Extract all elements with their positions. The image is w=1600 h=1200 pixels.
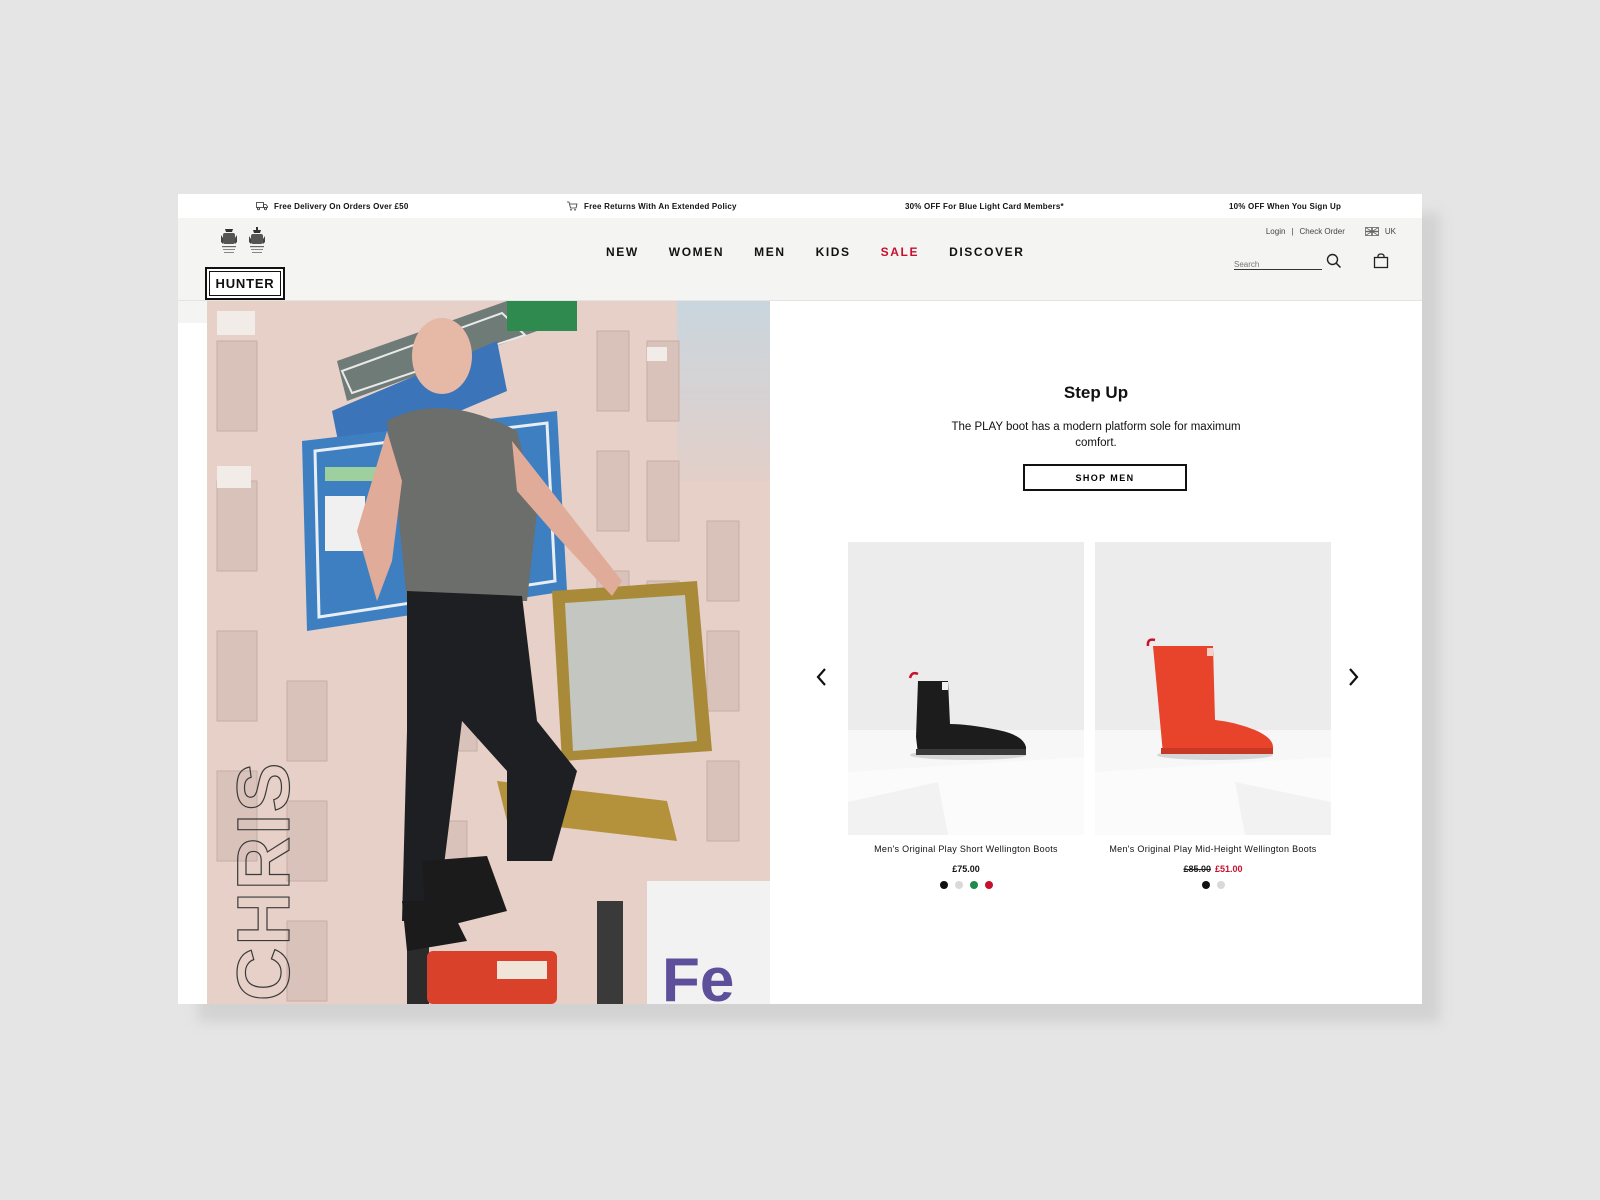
product-name[interactable]: Men's Original Play Mid-Height Wellingto… xyxy=(1095,844,1331,854)
logo-text: HUNTER xyxy=(209,271,281,296)
hero-vertical-name: CHRIS xyxy=(222,761,305,1001)
feature-panel: Step Up The PLAY boot has a modern platf… xyxy=(770,301,1422,1004)
nav-item-kids[interactable]: KIDS xyxy=(816,245,851,259)
promo-free-returns[interactable]: Free Returns With An Extended Policy xyxy=(566,194,737,218)
carousel-next-arrow-icon[interactable] xyxy=(1345,666,1361,688)
check-order-link[interactable]: Check Order xyxy=(1300,227,1345,236)
royal-crest-icon xyxy=(221,229,237,253)
product-image[interactable] xyxy=(1095,542,1331,835)
swatch-black[interactable] xyxy=(939,881,948,889)
promo-text: 30% OFF For Blue Light Card Members* xyxy=(905,201,1064,211)
product-card[interactable]: Men's Original Play Short Wellington Boo… xyxy=(848,542,1084,889)
hero-image[interactable]: Fe CHRIS xyxy=(207,301,770,1004)
main-nav: NEW WOMEN MEN KIDS SALE DISCOVER xyxy=(606,245,1025,259)
truck-icon xyxy=(256,202,268,211)
promo-text: Free Returns With An Extended Policy xyxy=(584,201,737,211)
region-label[interactable]: UK xyxy=(1385,227,1396,236)
product-photo xyxy=(848,542,1084,835)
promo-free-delivery[interactable]: Free Delivery On Orders Over £50 xyxy=(256,194,408,218)
swatch-red[interactable] xyxy=(984,881,993,889)
product-name[interactable]: Men's Original Play Short Wellington Boo… xyxy=(848,844,1084,854)
feature-subtext: The PLAY boot has a modern platform sole… xyxy=(951,421,1241,449)
feature-heading: Step Up xyxy=(1063,383,1129,402)
browser-window: Free Delivery On Orders Over £50 Free Re… xyxy=(178,194,1422,1004)
product-price: £75.00 xyxy=(952,864,980,874)
product-sale-price: £51.00 xyxy=(1215,864,1243,874)
royal-crest-icon xyxy=(249,227,265,253)
logo-wordmark: HUNTER xyxy=(205,267,285,300)
product-photo xyxy=(1095,542,1331,835)
promo-blue-light[interactable]: 30% OFF For Blue Light Card Members* xyxy=(905,194,1064,218)
shop-men-button[interactable]: SHOP MEN xyxy=(1023,464,1187,491)
hero-illustration: Fe CHRIS xyxy=(207,301,770,1004)
promo-bar: Free Delivery On Orders Over £50 Free Re… xyxy=(178,194,1422,218)
color-swatches xyxy=(1095,881,1331,889)
swatch-grey[interactable] xyxy=(1216,881,1225,889)
carousel-prev-arrow-icon[interactable] xyxy=(814,666,830,688)
royal-warrants xyxy=(219,226,267,256)
swatch-black[interactable] xyxy=(1201,881,1210,889)
utility-separator: | xyxy=(1291,227,1294,236)
swatch-green[interactable] xyxy=(969,881,978,889)
product-image[interactable] xyxy=(848,542,1084,835)
uk-flag-icon[interactable] xyxy=(1364,227,1379,236)
promo-text: 10% OFF When You Sign Up xyxy=(1229,201,1342,211)
utility-links: Login | Check Order UK xyxy=(1266,227,1396,236)
product-card[interactable]: Men's Original Play Mid-Height Wellingto… xyxy=(1095,542,1331,889)
nav-item-discover[interactable]: DISCOVER xyxy=(949,245,1024,259)
site-header: HUNTER NEW WOMEN MEN KIDS SALE DISCOVER … xyxy=(178,218,1422,301)
product-price-row: £85.00 £51.00 xyxy=(1095,864,1331,874)
nav-item-sale[interactable]: SALE xyxy=(881,245,919,259)
svg-text:Fe: Fe xyxy=(662,946,734,1004)
search-input[interactable] xyxy=(1234,257,1322,272)
nav-item-men[interactable]: MEN xyxy=(754,245,785,259)
swatch-grey[interactable] xyxy=(954,881,963,889)
search-field[interactable] xyxy=(1234,254,1322,272)
search-icon[interactable] xyxy=(1326,253,1342,269)
color-swatches xyxy=(848,881,1084,889)
returns-icon xyxy=(567,201,578,211)
promo-text: Free Delivery On Orders Over £50 xyxy=(274,201,409,211)
promo-sign-up[interactable]: 10% OFF When You Sign Up xyxy=(1229,194,1341,218)
product-was-price: £85.00 xyxy=(1183,864,1211,874)
shopping-bag-icon[interactable] xyxy=(1373,253,1389,269)
product-price-row: £75.00 xyxy=(848,864,1084,874)
login-link[interactable]: Login xyxy=(1266,227,1286,236)
nav-item-women[interactable]: WOMEN xyxy=(669,245,724,259)
nav-item-new[interactable]: NEW xyxy=(606,245,639,259)
hunter-logo[interactable]: HUNTER xyxy=(205,226,285,300)
